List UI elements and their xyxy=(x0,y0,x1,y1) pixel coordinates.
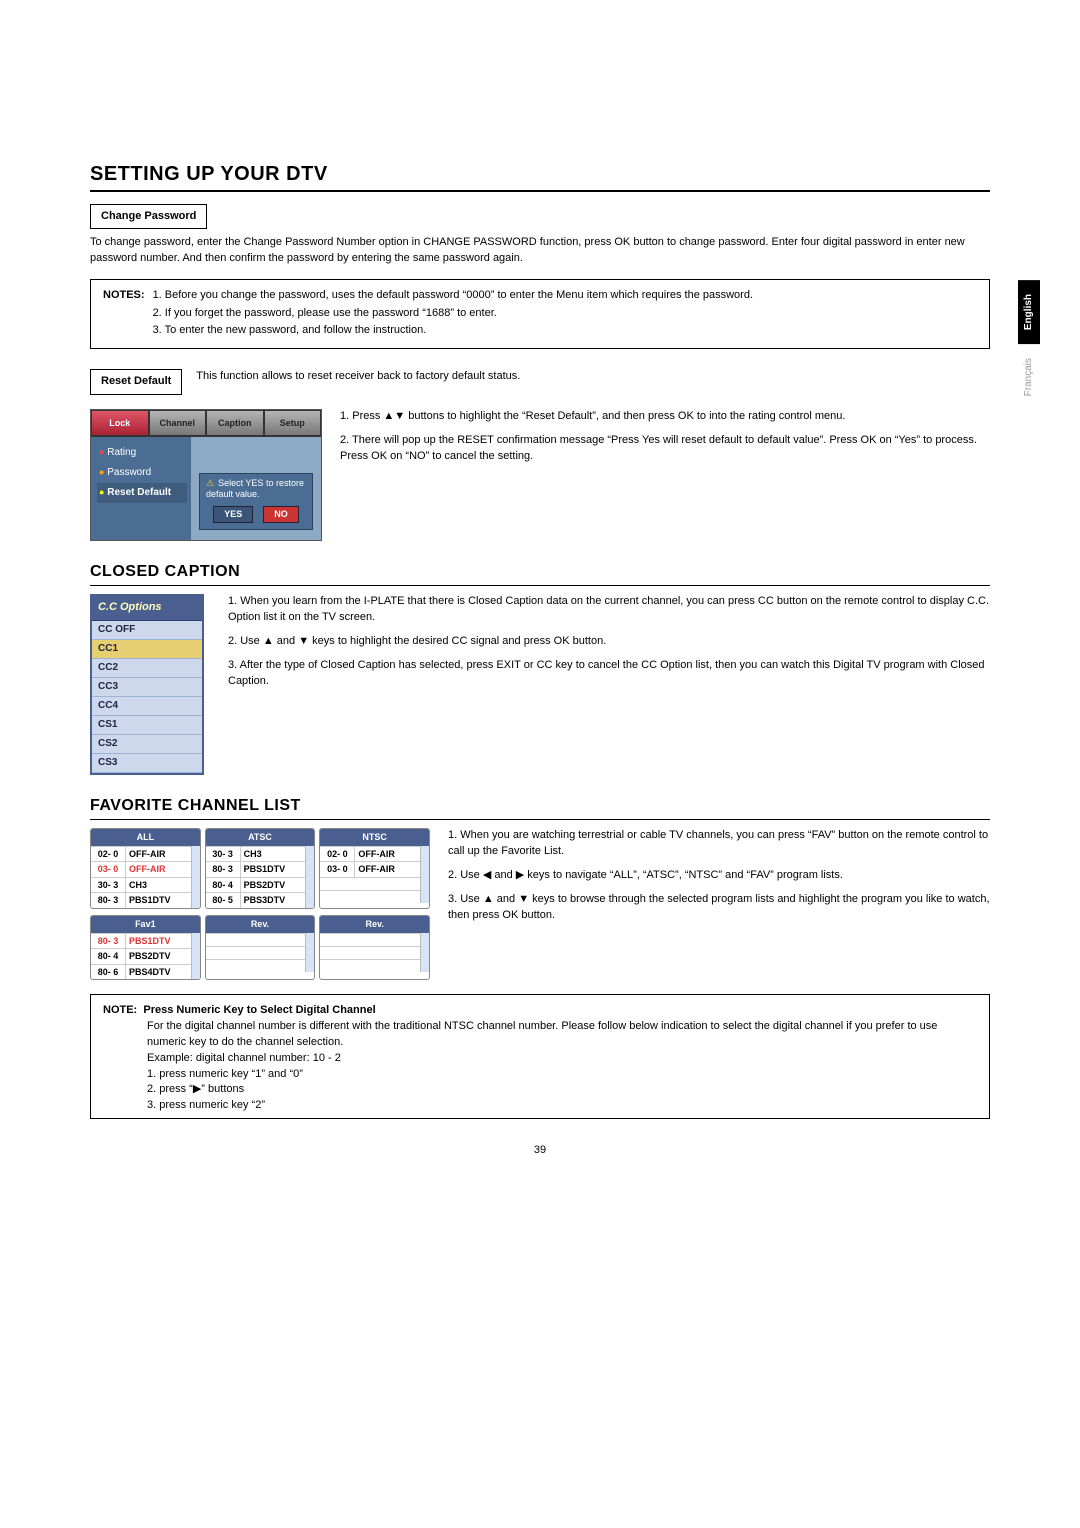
reset-default-label: Reset Default xyxy=(90,369,182,394)
note2-line-5: 3. press numeric key “2” xyxy=(147,1098,977,1114)
cc-row-5: CS1 xyxy=(92,716,202,735)
favorite-illustration: ALL 02- 0OFF-AIR 03- 0OFF-AIR 30- 3CH3 8… xyxy=(90,828,430,980)
note2-line-4: 2. press “▶” buttons xyxy=(147,1082,977,1098)
note2-sub: Press Numeric Key to Select Digital Chan… xyxy=(143,1004,375,1016)
closed-caption-title: CLOSED CAPTION xyxy=(90,561,990,586)
fav-step-2: 2. Use ◀ and ▶ keys to navigate “ALL”, “… xyxy=(448,868,990,884)
note2-line-1: For the digital channel number is differ… xyxy=(147,1019,977,1051)
manual-page: English Français SETTING UP YOUR DTV Cha… xyxy=(0,0,1080,1219)
pane-rev2: Rev. xyxy=(319,915,430,980)
cc-options-head: C.C Options xyxy=(92,596,202,620)
language-tabs: English Français xyxy=(1018,280,1040,410)
note-item-1: 1. Before you change the password, uses … xyxy=(153,288,977,303)
menu-side-rating: ● Rating xyxy=(97,443,187,463)
cc-row-4: CC4 xyxy=(92,697,202,716)
page-number: 39 xyxy=(90,1143,990,1158)
favorite-title: FAVORITE CHANNEL LIST xyxy=(90,795,990,820)
cc-step-2: 2. Use ▲ and ▼ keys to highlight the des… xyxy=(228,634,990,650)
reset-step-1: 1. Press ▲▼ buttons to highlight the “Re… xyxy=(340,409,990,425)
cc-options-illustration: C.C Options CC OFF CC1 CC2 CC3 CC4 CS1 C… xyxy=(90,594,204,774)
fav-step-3: 3. Use ▲ and ▼ keys to browse through th… xyxy=(448,892,990,924)
pane-ntsc: NTSC 02- 0OFF-AIR 03- 0OFF-AIR xyxy=(319,828,430,909)
cc-row-6: CS2 xyxy=(92,735,202,754)
pane-atsc: ATSC 30- 3CH3 80- 3PBS1DTV 80- 4PBS2DTV … xyxy=(205,828,316,909)
note-item-2: 2. If you forget the password, please us… xyxy=(153,306,977,321)
menu-tab-lock: Lock xyxy=(91,410,149,437)
cc-row-3: CC3 xyxy=(92,678,202,697)
pane-rev1: Rev. xyxy=(205,915,316,980)
fav-step-1: 1. When you are watching terrestrial or … xyxy=(448,828,990,860)
numeric-key-note: NOTE: Press Numeric Key to Select Digita… xyxy=(90,994,990,1119)
cc-step-3: 3. After the type of Closed Caption has … xyxy=(228,658,990,690)
change-password-text: To change password, enter the Change Pas… xyxy=(90,235,990,267)
cc-row-2: CC2 xyxy=(92,659,202,678)
notes-box: NOTES: 1. Before you change the password… xyxy=(90,279,990,349)
change-password-label: Change Password xyxy=(90,204,207,229)
pane-fav1: Fav1 80- 3PBS1DTV 80- 4PBS2DTV 80- 6PBS4… xyxy=(90,915,201,980)
note2-line-3: 1. press numeric key “1” and “0” xyxy=(147,1067,977,1083)
notes-label: NOTES: xyxy=(103,288,145,340)
lang-tab-english: English xyxy=(1018,280,1040,344)
menu-tab-channel: Channel xyxy=(149,410,207,437)
popup-no-button: NO xyxy=(263,506,299,523)
popup-yes-button: YES xyxy=(213,506,253,523)
reset-default-desc: This function allows to reset receiver b… xyxy=(196,361,990,384)
reset-step-2: 2. There will pop up the RESET confirmat… xyxy=(340,433,990,465)
pane-all: ALL 02- 0OFF-AIR 03- 0OFF-AIR 30- 3CH3 8… xyxy=(90,828,201,909)
menu-tab-setup: Setup xyxy=(264,410,322,437)
note2-line-2: Example: digital channel number: 10 - 2 xyxy=(147,1051,977,1067)
reset-popup: ⚠Select YES to restore default value. YE… xyxy=(199,473,313,529)
cc-row-7: CS3 xyxy=(92,754,202,773)
menu-side-password: ● Password xyxy=(97,463,187,483)
lang-tab-french: Français xyxy=(1018,344,1040,410)
menu-tab-caption: Caption xyxy=(206,410,264,437)
page-title: SETTING UP YOUR DTV xyxy=(90,160,990,192)
note-item-3: 3. To enter the new password, and follow… xyxy=(153,323,977,338)
cc-step-1: 1. When you learn from the I-PLATE that … xyxy=(228,594,990,626)
menu-side-reset: ● Reset Default xyxy=(97,483,187,503)
reset-menu-illustration: Lock Channel Caption Setup ● Rating ● Pa… xyxy=(90,409,322,541)
cc-row-1: CC1 xyxy=(92,640,202,659)
cc-row-off: CC OFF xyxy=(92,621,202,640)
note2-label: NOTE: xyxy=(103,1004,137,1016)
